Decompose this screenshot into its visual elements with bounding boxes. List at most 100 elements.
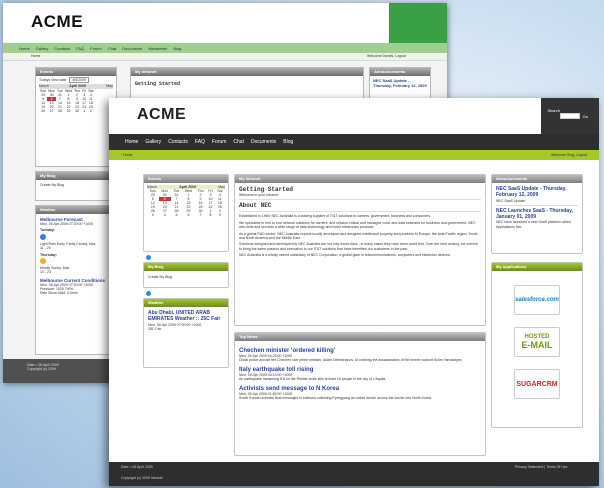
announcements-title: Announcements: [492, 175, 582, 183]
weather-heading[interactable]: Abu Dhabi, UNITED ARAB EMIRATES Weather …: [148, 310, 224, 323]
search-input[interactable]: [560, 113, 580, 119]
back-nav-documents[interactable]: Documents: [122, 46, 142, 51]
front-page-window: ACME Search Go Home Gallery Contacts FAQ…: [109, 98, 599, 486]
back-cal-date[interactable]: 27: [47, 109, 56, 113]
hosted-email-app-button[interactable]: HOSTED E-MAIL: [514, 327, 560, 357]
divider: [496, 204, 578, 206]
back-getting-started: Getting Started: [135, 81, 181, 87]
nav-faq[interactable]: FAQ: [195, 139, 205, 145]
back-nav-home[interactable]: Home: [19, 46, 30, 51]
cal-date[interactable]: 4: [159, 213, 171, 217]
back-today-label: Todays View date: [39, 78, 67, 82]
back-cal-date[interactable]: 2: [87, 109, 94, 113]
back-announcement-heading[interactable]: NEC SaaS Update - Thursday, February 12,…: [370, 76, 430, 90]
back-nav-newsletter[interactable]: Newsletter: [148, 46, 167, 51]
weather-panel: Weather Abu Dhabi, UNITED ARAB EMIRATES …: [143, 298, 229, 368]
cal-date[interactable]: 5: [171, 213, 182, 217]
cal-date[interactable]: 3: [147, 213, 159, 217]
back-nav-gallery[interactable]: Gallery: [36, 46, 49, 51]
back-rain: Rain Since 9AM: 0.0mm: [40, 291, 78, 296]
cal-date[interactable]: 6: [182, 213, 195, 217]
back-header: ACME: [3, 3, 447, 43]
sun-icon: [40, 257, 46, 264]
email-label: E-MAIL: [521, 340, 553, 350]
back-nav-bar: Home Gallery Contacts FAQ Forum Chat Doc…: [3, 43, 447, 53]
back-nav-forum[interactable]: Forum: [90, 46, 102, 51]
front-header: ACME Search Go: [109, 98, 599, 134]
back-weather-title: Weather: [36, 206, 116, 214]
nav-home[interactable]: Home: [125, 139, 138, 145]
news-panel: Top News Chechen minister 'ordered killi…: [234, 332, 486, 456]
weather-value: 25C Fair: [148, 326, 162, 331]
footer-links[interactable]: Privacy Statement | Terms Of Use: [515, 465, 568, 469]
intranet-panel: My Intranet Getting Started Welcome to y…: [234, 174, 486, 326]
back-breadcrumb[interactable]: Home: [31, 54, 40, 58]
nav-documents[interactable]: Documents: [251, 139, 276, 145]
breadcrumb[interactable]: › Home: [121, 153, 132, 157]
footer-date: Date = 06 April 2009: [121, 465, 153, 469]
back-weather-panel: Weather Melbourne Forecast Mon, 06 Apr 2…: [35, 205, 117, 355]
back-nav-contacts[interactable]: Contacts: [54, 46, 70, 51]
back-events-title: Events: [36, 68, 116, 76]
front-nav-bar: Home Gallery Contacts FAQ Forum Chat Doc…: [109, 134, 599, 150]
nav-blog[interactable]: Blog: [283, 139, 293, 145]
blog-title: My Blog: [144, 263, 228, 271]
back-cal-date[interactable]: 26: [39, 109, 47, 113]
back-today-input[interactable]: 4/6/2009: [69, 77, 89, 83]
about-paragraph-2: We specialise in end to end network solu…: [239, 220, 476, 230]
salesforce-app-button[interactable]: salesforce.com: [514, 285, 560, 315]
back-cal-date[interactable]: 29: [64, 109, 73, 113]
sugarcrm-app-button[interactable]: SUGARCRM: [514, 369, 560, 399]
back-blog-title: My Blog: [36, 172, 116, 180]
back-create-blog-link[interactable]: Create My Blog: [36, 180, 116, 190]
nav-gallery[interactable]: Gallery: [145, 139, 161, 145]
back-thursday-temp: 10 - 23: [40, 270, 51, 275]
search-area: Search Go: [541, 98, 599, 134]
welcome-text: Welcome to your Intranet: [239, 193, 279, 197]
welcome-logout[interactable]: Welcome Greg, Logout: [551, 153, 587, 157]
back-cal-date[interactable]: 28: [56, 109, 64, 113]
news-title: Top News: [235, 333, 485, 341]
back-cal-days-row: Sun Mon Tue Wed Thu Fri Sat: [39, 89, 94, 93]
about-paragraph-5: NEC Australia is a wholly owned subsidia…: [239, 253, 451, 257]
announcements-panel: Announcements NEC SaaS Update - Thursday…: [491, 174, 583, 254]
events-title: Events: [144, 175, 228, 183]
blog-panel: My Blog Create My Blog: [143, 262, 229, 288]
announcement-heading[interactable]: NEC Launches SaaS - Thursday, January 01…: [496, 208, 578, 221]
blog-rss-icon[interactable]: [146, 291, 151, 296]
back-welcome-logout[interactable]: Welcome Davids, Logout: [367, 54, 406, 58]
announcement-text: NEC have launched a new SaaS platform ca…: [496, 220, 571, 229]
back-cal-next[interactable]: May: [106, 84, 113, 88]
create-blog-link[interactable]: Create My Blog: [144, 271, 228, 283]
announcement-text: NEC SaaS Update: [496, 198, 526, 203]
about-paragraph-1: Established in 1969, NEC Australia is a …: [239, 214, 431, 219]
back-events-panel: Events Todays View date 4/6/2009 March A…: [35, 67, 117, 167]
back-logo[interactable]: ACME: [31, 12, 83, 32]
applications-title: My Applications: [492, 263, 582, 271]
cal-date[interactable]: 7: [195, 213, 206, 217]
cal-date[interactable]: 8: [206, 213, 215, 217]
announcement-heading[interactable]: NEC SaaS Update - Thursday, February 12,…: [496, 186, 578, 199]
about-paragraph-4: Solutions designed and developed by NEC …: [239, 242, 478, 251]
back-tuesday-temp: 11 - 20: [40, 246, 51, 251]
cal-date[interactable]: 9: [215, 213, 225, 217]
back-nav-faq[interactable]: FAQ: [76, 46, 84, 51]
back-nav-blog[interactable]: Blog: [173, 46, 181, 51]
nav-forum[interactable]: Forum: [212, 139, 226, 145]
breadcrumb-home[interactable]: Home: [123, 153, 132, 157]
divider: [239, 211, 481, 213]
cal-week-row: 3456789: [147, 213, 225, 217]
back-calendar-grid: Sun Mon Tue Wed Thu Fri Sat 29 30 31 1 2 3 4 5 6 7 8 9 10…: [39, 89, 94, 113]
back-current-heading[interactable]: Melbourne Current Conditions: [40, 278, 112, 283]
getting-started-heading: Getting Started: [239, 186, 294, 193]
search-go-button[interactable]: Go: [583, 114, 588, 119]
back-nav-chat[interactable]: Chat: [108, 46, 116, 51]
back-cal-week-row: 26 27 28 29 30 1 2: [39, 109, 94, 113]
nav-contacts[interactable]: Contacts: [168, 139, 188, 145]
front-logo[interactable]: ACME: [137, 106, 186, 124]
nav-chat[interactable]: Chat: [233, 139, 244, 145]
events-rss-icon[interactable]: [146, 255, 151, 260]
front-util-bar: › Home Welcome Greg, Logout: [109, 150, 599, 160]
back-cal-date[interactable]: 30: [73, 109, 81, 113]
intranet-title: My Intranet: [235, 175, 485, 183]
